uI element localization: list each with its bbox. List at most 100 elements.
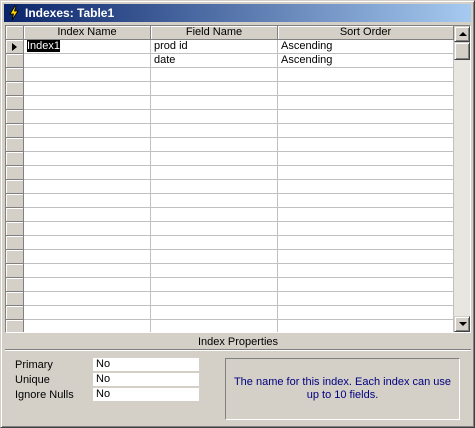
index-name-cell[interactable]: [24, 138, 151, 152]
sort-order-cell[interactable]: [278, 236, 454, 250]
field-name-cell[interactable]: [151, 292, 278, 306]
row-selector[interactable]: [6, 222, 24, 236]
sort-order-cell[interactable]: [278, 222, 454, 236]
index-name-cell[interactable]: [24, 82, 151, 96]
index-name-cell[interactable]: [24, 278, 151, 292]
sort-order-cell[interactable]: [278, 166, 454, 180]
sort-order-cell[interactable]: [278, 292, 454, 306]
field-name-cell[interactable]: [151, 180, 278, 194]
row-selector[interactable]: [6, 40, 24, 54]
table-row-empty: [6, 68, 454, 82]
field-name-cell[interactable]: [151, 222, 278, 236]
sort-order-cell[interactable]: [278, 152, 454, 166]
row-selector[interactable]: [6, 180, 24, 194]
index-name-cell[interactable]: [24, 194, 151, 208]
sort-order-cell[interactable]: [278, 68, 454, 82]
column-header-field-name[interactable]: Field Name: [151, 26, 278, 40]
index-name-cell[interactable]: [24, 320, 151, 332]
primary-field[interactable]: No: [93, 358, 199, 372]
row-selector[interactable]: [6, 236, 24, 250]
row-selector[interactable]: [6, 292, 24, 306]
field-name-cell[interactable]: prod id: [151, 40, 278, 54]
row-selector[interactable]: [6, 166, 24, 180]
row-selector[interactable]: [6, 110, 24, 124]
sort-order-cell[interactable]: [278, 82, 454, 96]
field-name-cell[interactable]: [151, 264, 278, 278]
index-name-cell[interactable]: [24, 54, 151, 68]
sort-order-cell[interactable]: [278, 250, 454, 264]
scroll-down-button[interactable]: [454, 316, 470, 332]
sort-order-cell[interactable]: [278, 194, 454, 208]
row-selector[interactable]: [6, 124, 24, 138]
sort-order-cell[interactable]: [278, 110, 454, 124]
row-selector[interactable]: [6, 54, 24, 68]
index-name-cell[interactable]: [24, 250, 151, 264]
row-selector[interactable]: [6, 138, 24, 152]
column-header-sort-order[interactable]: Sort Order: [278, 26, 454, 40]
field-name-cell[interactable]: [151, 250, 278, 264]
field-name-cell[interactable]: [151, 166, 278, 180]
field-name-cell[interactable]: [151, 236, 278, 250]
index-name-cell[interactable]: [24, 180, 151, 194]
index-name-cell[interactable]: [24, 96, 151, 110]
field-name-cell[interactable]: [151, 138, 278, 152]
scrollbar-thumb[interactable]: [454, 42, 470, 60]
field-name-cell[interactable]: date: [151, 54, 278, 68]
index-name-cell[interactable]: Index1: [24, 40, 151, 54]
row-selector[interactable]: [6, 264, 24, 278]
sort-order-cell[interactable]: [278, 306, 454, 320]
sort-order-cell[interactable]: [278, 278, 454, 292]
sort-order-cell[interactable]: Ascending: [278, 54, 454, 68]
index-name-cell[interactable]: [24, 68, 151, 82]
index-name-cell[interactable]: [24, 208, 151, 222]
sort-order-cell[interactable]: [278, 264, 454, 278]
field-name-cell[interactable]: [151, 152, 278, 166]
sort-order-cell[interactable]: [278, 96, 454, 110]
index-name-cell[interactable]: [24, 264, 151, 278]
row-selector[interactable]: [6, 96, 24, 110]
vertical-scrollbar[interactable]: [454, 26, 470, 332]
index-name-cell[interactable]: [24, 292, 151, 306]
field-name-cell[interactable]: [151, 82, 278, 96]
row-selector[interactable]: [6, 278, 24, 292]
index-name-cell[interactable]: [24, 166, 151, 180]
field-name-cell[interactable]: [151, 194, 278, 208]
sort-order-cell[interactable]: [278, 320, 454, 332]
sort-order-cell[interactable]: Ascending: [278, 40, 454, 54]
sort-order-cell[interactable]: [278, 180, 454, 194]
sort-order-cell[interactable]: [278, 124, 454, 138]
title-bar[interactable]: Indexes: Table1: [4, 4, 471, 22]
grid-header: Index Name Field Name Sort Order: [6, 26, 454, 40]
field-name-cell[interactable]: [151, 278, 278, 292]
unique-field[interactable]: No: [93, 373, 199, 387]
row-selector[interactable]: [6, 306, 24, 320]
row-selector[interactable]: [6, 194, 24, 208]
sort-order-cell[interactable]: [278, 208, 454, 222]
index-name-cell[interactable]: [24, 236, 151, 250]
field-name-cell[interactable]: [151, 96, 278, 110]
table-row-empty: [6, 236, 454, 250]
index-name-cell[interactable]: [24, 152, 151, 166]
row-selector-header[interactable]: [6, 26, 24, 40]
row-selector[interactable]: [6, 82, 24, 96]
field-name-cell[interactable]: [151, 306, 278, 320]
row-selector[interactable]: [6, 152, 24, 166]
ignore-nulls-field[interactable]: No: [93, 388, 199, 402]
field-name-cell[interactable]: [151, 110, 278, 124]
column-header-index-name[interactable]: Index Name: [24, 26, 151, 40]
row-selector[interactable]: [6, 250, 24, 264]
index-name-cell[interactable]: [24, 306, 151, 320]
field-name-cell[interactable]: [151, 124, 278, 138]
indexes-window: Indexes: Table1 Index Name Field Name So…: [0, 0, 475, 428]
field-name-cell[interactable]: [151, 208, 278, 222]
index-name-cell[interactable]: [24, 124, 151, 138]
field-name-cell[interactable]: [151, 68, 278, 82]
index-name-cell[interactable]: [24, 222, 151, 236]
row-selector[interactable]: [6, 320, 24, 332]
field-name-cell[interactable]: [151, 320, 278, 332]
scroll-up-button[interactable]: [454, 26, 470, 42]
row-selector[interactable]: [6, 68, 24, 82]
row-selector[interactable]: [6, 208, 24, 222]
index-name-cell[interactable]: [24, 110, 151, 124]
sort-order-cell[interactable]: [278, 138, 454, 152]
